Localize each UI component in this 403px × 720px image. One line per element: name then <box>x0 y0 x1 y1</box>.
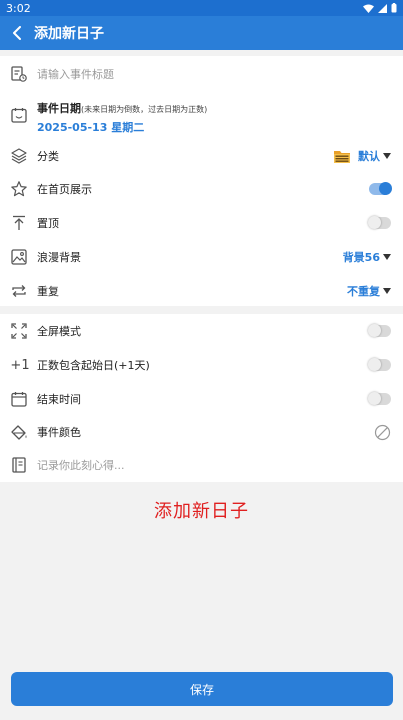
repeat-selector[interactable]: 不重复 <box>347 283 391 299</box>
event-color-label: 事件颜色 <box>37 426 81 439</box>
wifi-icon <box>363 4 374 13</box>
count-start-row: +1 正数包含起始日(+1天) <box>0 355 403 375</box>
app-bar: 添加新日子 <box>0 16 403 50</box>
fullscreen-toggle[interactable] <box>368 324 391 337</box>
repeat-row[interactable]: 重复 不重复 <box>0 281 403 301</box>
pin-top-row: 置顶 <box>0 213 403 233</box>
paint-bucket-icon <box>10 423 28 441</box>
calendar-icon <box>10 106 28 124</box>
fullscreen-label: 全屏模式 <box>37 325 81 338</box>
background-value: 背景56 <box>342 251 380 264</box>
event-date-label: 事件日期(未来日期为倒数，过去日期为正数) <box>37 102 208 115</box>
event-title-input[interactable] <box>37 64 377 84</box>
status-bar: 3:02 <box>0 0 403 16</box>
repeat-icon <box>10 282 28 300</box>
background-row[interactable]: 浪漫背景 背景56 <box>0 247 403 267</box>
status-time: 3:02 <box>6 1 31 15</box>
category-row[interactable]: 分类 默认 <box>0 146 403 166</box>
event-color-row[interactable]: 事件颜色 <box>0 422 403 442</box>
end-calendar-icon <box>10 390 28 408</box>
page-title: 添加新日子 <box>34 26 104 42</box>
end-time-row: 结束时间 <box>0 389 403 409</box>
red-caption-text: 添加新日子 <box>154 501 249 522</box>
event-date-value[interactable]: 2025-05-13 星期二 <box>37 119 144 135</box>
star-icon <box>10 180 28 198</box>
save-button[interactable]: 保存 <box>11 672 393 706</box>
event-date-hint: (未来日期为倒数，过去日期为正数) <box>81 105 208 114</box>
show-on-home-row: 在首页展示 <box>0 179 403 199</box>
count-start-label: 正数包含起始日(+1天) <box>37 359 150 372</box>
background-label: 浪漫背景 <box>37 251 81 264</box>
category-value: 默认 <box>358 150 380 163</box>
note-row <box>0 455 403 475</box>
dropdown-arrow-icon <box>383 254 391 260</box>
dropdown-arrow-icon <box>383 288 391 294</box>
back-arrow-icon <box>13 26 21 40</box>
pin-top-label: 置顶 <box>37 217 59 230</box>
layers-icon <box>10 147 28 165</box>
note-edit-icon <box>10 65 28 83</box>
plus-one-icon: +1 <box>10 357 30 373</box>
repeat-value: 不重复 <box>347 285 380 298</box>
fullscreen-row: 全屏模式 <box>0 321 403 341</box>
pin-top-toggle[interactable] <box>368 216 391 229</box>
repeat-label: 重复 <box>37 285 59 298</box>
battery-icon <box>391 3 397 13</box>
signal-icon <box>378 3 387 13</box>
count-start-toggle[interactable] <box>368 358 391 371</box>
image-icon <box>10 248 28 266</box>
show-on-home-label: 在首页展示 <box>37 183 92 196</box>
no-color-icon <box>374 424 391 440</box>
category-selector[interactable]: 默认 <box>333 148 391 164</box>
end-time-label: 结束时间 <box>37 393 81 406</box>
pin-top-icon <box>10 214 28 232</box>
dropdown-arrow-icon <box>383 153 391 159</box>
note-input[interactable] <box>37 455 377 475</box>
show-on-home-toggle[interactable] <box>369 182 392 195</box>
event-color-picker[interactable] <box>374 424 391 441</box>
back-button[interactable] <box>0 16 34 50</box>
category-label: 分类 <box>37 150 59 163</box>
notebook-icon <box>10 456 28 474</box>
end-time-toggle[interactable] <box>368 392 391 405</box>
folder-icon <box>334 150 350 163</box>
fullscreen-icon <box>10 322 28 340</box>
background-selector[interactable]: 背景56 <box>343 249 391 265</box>
